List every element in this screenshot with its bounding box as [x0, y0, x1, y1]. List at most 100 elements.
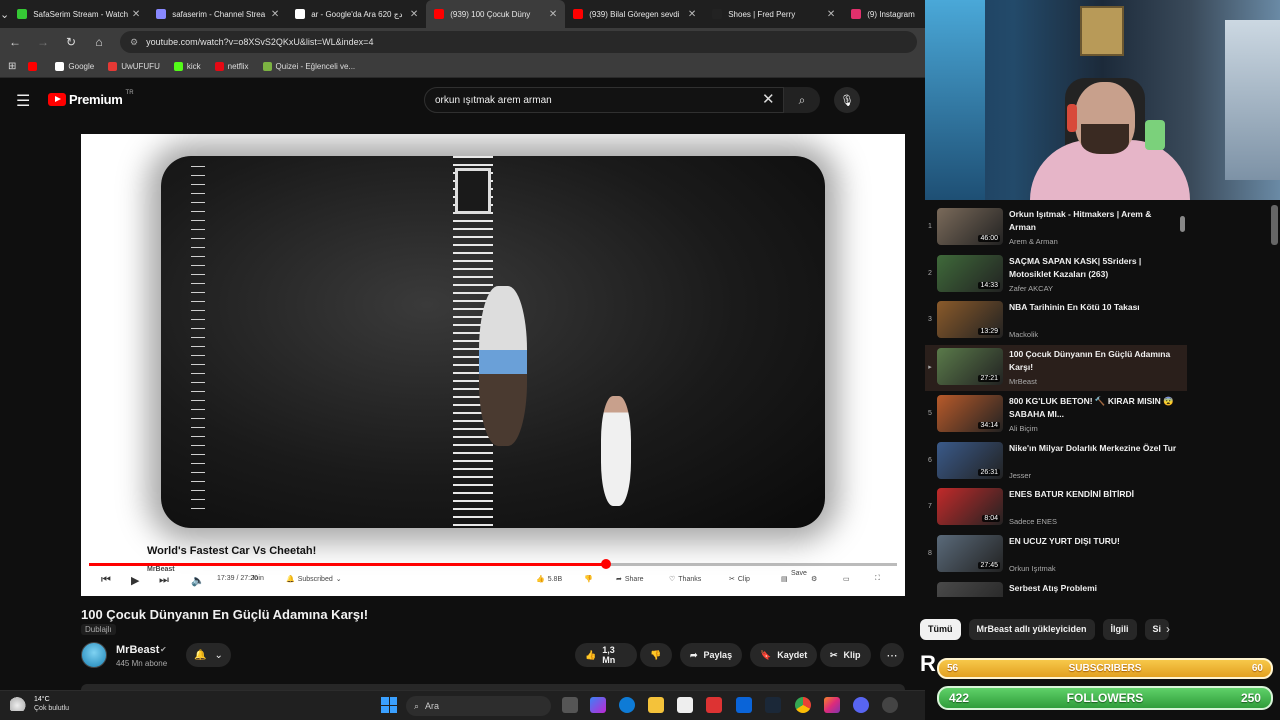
playlist-item[interactable]: ▸ 27:21 100 Çocuk Dünyanın En Güçlü Adamın…: [925, 345, 1187, 392]
playlist-thumbnail[interactable]: 13:29: [937, 301, 1003, 339]
youtube-logo[interactable]: Premium TR: [48, 90, 134, 107]
playlist-thumbnail[interactable]: 27:21: [937, 348, 1003, 386]
close-tab-icon[interactable]: ✕: [688, 9, 696, 20]
settings-icon[interactable]: ⚙: [811, 575, 817, 583]
playlist-item-title[interactable]: ENES BATUR KENDİNİ BİTİRDİ: [1009, 488, 1179, 501]
filter-chip[interactable]: Tümü: [920, 618, 961, 640]
search-input[interactable]: orkun ışıtmak arem arman: [424, 87, 784, 113]
playlist-item[interactable]: 7 8:04 ENES BATUR KENDİNİ BİTİRDİ Sadece EN…: [925, 485, 1187, 531]
player-channel-name[interactable]: MrBeast: [147, 566, 175, 573]
back-icon[interactable]: ←: [8, 35, 22, 49]
bookmark-item[interactable]: Quizei - Eğlenceli ve...: [262, 62, 355, 71]
player-save-label[interactable]: Save: [791, 570, 807, 577]
browser-tab[interactable]: SafaSerim Stream - Watch ✕: [9, 0, 148, 28]
channel-avatar[interactable]: [81, 642, 107, 668]
next-icon[interactable]: ⏭: [159, 574, 169, 587]
playlist-item-channel[interactable]: Ali Biçim: [1009, 424, 1038, 433]
edge-icon[interactable]: [619, 697, 635, 713]
playlist-item-channel[interactable]: Jesser: [1009, 471, 1031, 480]
instagram-icon[interactable]: [824, 697, 840, 713]
progress-bar[interactable]: [89, 559, 897, 569]
discord-icon[interactable]: [853, 697, 869, 713]
playlist-scroll-thumb[interactable]: [1180, 216, 1185, 232]
playlist-thumbnail[interactable]: 46:00: [937, 208, 1003, 245]
bookmark-item[interactable]: kick: [173, 62, 201, 71]
clear-search-icon[interactable]: ✕: [762, 90, 775, 108]
store-icon[interactable]: [677, 697, 693, 713]
close-tab-icon[interactable]: ✕: [410, 9, 418, 20]
page-scrollbar-thumb[interactable]: [1271, 205, 1278, 245]
playlist-thumbnail[interactable]: 27:45: [937, 534, 1003, 572]
bookmark-item[interactable]: [28, 62, 41, 71]
chrome-icon[interactable]: [795, 697, 811, 713]
playlist-item-title[interactable]: SAÇMA SAPAN KASK| 5Sriders | Motosiklet …: [1009, 255, 1179, 281]
address-bar[interactable]: ⚙ youtube.com/watch?v=o8XSvS2QKxU&list=W…: [120, 31, 917, 53]
close-tab-icon[interactable]: ✕: [132, 9, 140, 20]
theater-mode-icon[interactable]: ▭: [843, 575, 850, 583]
playlist-item-title[interactable]: NBA Tarihinin En Kötü 10 Takası: [1009, 301, 1179, 314]
task-view-icon[interactable]: [562, 697, 578, 713]
close-tab-icon[interactable]: ✕: [271, 9, 279, 20]
browser-tab[interactable]: Shoes | Fred Perry ✕: [704, 0, 843, 28]
playlist-item-title[interactable]: Nike'ın Milyar Dolarlık Merkezine Özel T…: [1009, 442, 1179, 455]
playlist-scrollbar[interactable]: [1179, 208, 1186, 596]
playlist-thumbnail[interactable]: 26:31: [937, 441, 1003, 479]
player-dislike-icon[interactable]: 👎: [584, 575, 593, 583]
outlook-icon[interactable]: [736, 697, 752, 713]
clip-button[interactable]: ✂ Klip: [820, 643, 871, 667]
playlist-item[interactable]: 2 14:33 SAÇMA SAPAN KASK| 5Sriders | Motos…: [925, 252, 1187, 298]
player-share-button[interactable]: ➦ Share: [616, 575, 644, 584]
weather-widget[interactable]: 14°C Çok bulutlu: [10, 695, 69, 713]
bookmark-item[interactable]: netflix: [214, 62, 249, 71]
video-player[interactable]: World's Fastest Car Vs Cheetah! ⏮ ▶ ⏭ 🔈 …: [81, 134, 905, 596]
notification-bell-button[interactable]: 🔔 ⌄: [186, 643, 231, 667]
voice-search-button[interactable]: 🎙: [834, 87, 860, 113]
player-thanks-button[interactable]: ♡ Thanks: [669, 575, 701, 584]
taskbar-search[interactable]: ⌕ Ara: [406, 696, 551, 716]
playlist-item-channel[interactable]: Orkun Işıtmak: [1009, 564, 1056, 573]
forward-icon[interactable]: →: [36, 35, 50, 49]
playlist-item-title[interactable]: Orkun Işıtmak - Hitmakers | Arem & Arman: [1009, 208, 1179, 234]
steam-icon[interactable]: [765, 697, 781, 713]
browser-tab[interactable]: safaserim - Channel Strea ✕: [148, 0, 287, 28]
playlist-thumbnail[interactable]: 34:14: [937, 394, 1003, 432]
player-clip-button[interactable]: ✂ Clip: [729, 575, 750, 584]
browser-tab[interactable]: (939) 100 Çocuk Düny ✕: [426, 0, 566, 28]
chevron-right-icon[interactable]: ›: [1166, 622, 1170, 636]
playlist-thumbnail[interactable]: 8:04: [937, 488, 1003, 526]
playlist-item-channel[interactable]: Mackolik: [1009, 330, 1038, 339]
fullscreen-icon[interactable]: ⛶: [875, 575, 880, 583]
join-button[interactable]: Join: [251, 575, 264, 582]
subtitles-icon[interactable]: ▤: [781, 575, 788, 583]
previous-icon[interactable]: ⏮: [101, 574, 111, 587]
site-info-icon[interactable]: ⚙: [130, 37, 138, 48]
file-explorer-icon[interactable]: [648, 697, 664, 713]
browser-tab[interactable]: (939) Bilal Göregen sevdi ✕: [565, 0, 704, 28]
bookmark-item[interactable]: Google: [55, 62, 94, 71]
dislike-button[interactable]: 👎: [640, 643, 672, 667]
app-icon-red[interactable]: [706, 697, 722, 713]
subscribed-button[interactable]: 🔔 Subscribed ⌄: [286, 575, 342, 584]
playlist-item[interactable]: 1 46:00 Orkun Işıtmak - Hitmakers | Arem &…: [925, 205, 1187, 251]
playlist-item[interactable]: 3 13:29 NBA Tarihinin En Kötü 10 Takası Mac…: [925, 298, 1187, 344]
player-like-button[interactable]: 👍 5.8B: [536, 575, 562, 584]
playlist-item-channel[interactable]: Zafer AKCAY: [1009, 284, 1053, 293]
playlist-item-channel[interactable]: Arem & Arman: [1009, 237, 1058, 246]
playlist-item-channel[interactable]: MrBeast: [1009, 377, 1037, 386]
browser-tab[interactable]: ar - Google'da Ara 620 دج ✕: [287, 0, 426, 28]
playlist-item[interactable]: 8 27:45 EN UCUZ YURT DIŞI TURU! Orkun Işıtm…: [925, 532, 1187, 578]
channel-name[interactable]: MrBeast: [116, 644, 159, 656]
playlist-item-title[interactable]: Serbest Atış Problemi: [1009, 582, 1179, 595]
volume-icon[interactable]: 🔈: [191, 574, 205, 587]
bookmark-item[interactable]: UwUFUFU: [108, 62, 160, 71]
close-tab-icon[interactable]: ✕: [827, 9, 835, 20]
end-screen-title[interactable]: World's Fastest Car Vs Cheetah!: [147, 545, 316, 557]
more-actions-icon[interactable]: ⋯: [880, 643, 904, 667]
playlist-item[interactable]: 9Serbest Atış ProblemiYiğit Tezcan: [925, 579, 1187, 597]
home-icon[interactable]: ⌂: [92, 35, 106, 49]
menu-icon[interactable]: ☰: [16, 91, 30, 111]
tab-search-icon[interactable]: ⌄: [0, 0, 9, 28]
playlist-thumbnail[interactable]: [937, 581, 1003, 597]
share-button[interactable]: ➦ Paylaş: [680, 643, 743, 667]
play-icon[interactable]: ▶: [131, 574, 139, 587]
